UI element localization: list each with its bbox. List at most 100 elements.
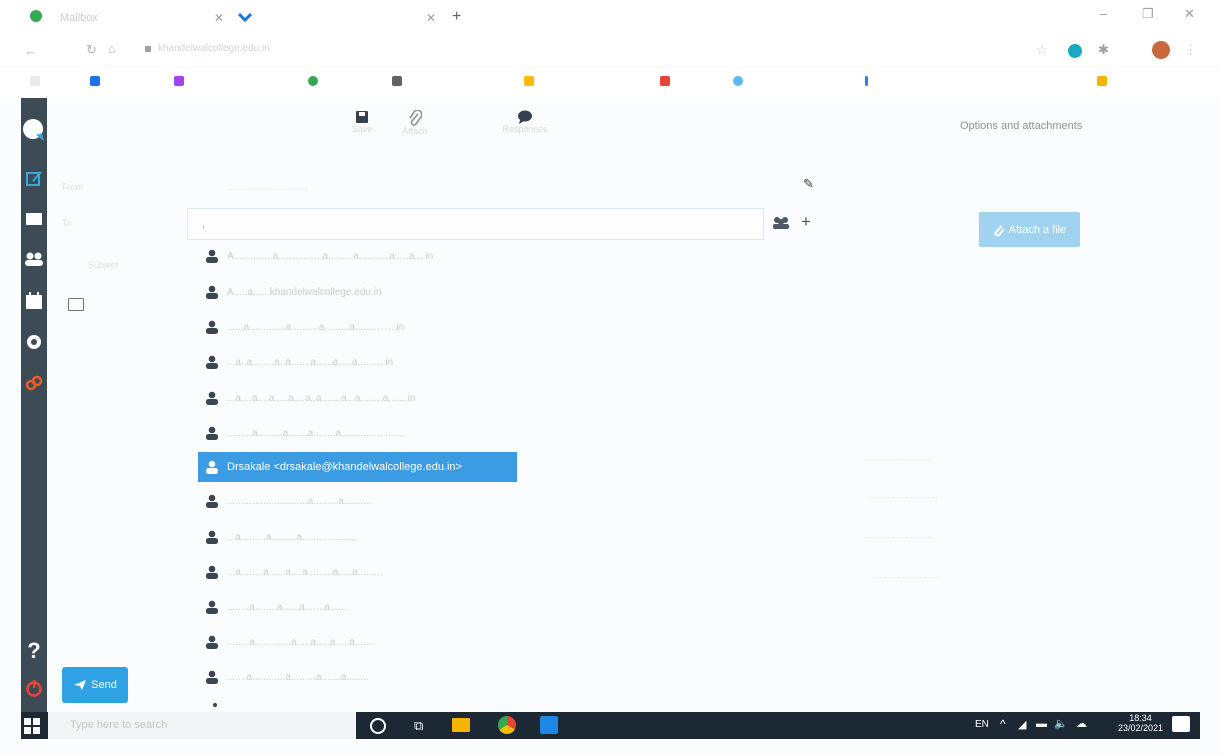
send-button[interactable]: Send	[62, 667, 128, 703]
option-row[interactable]: ...........................	[872, 570, 940, 580]
bookmark-icon[interactable]	[865, 76, 868, 86]
addressbook-icon[interactable]	[772, 216, 790, 235]
task-view-icon[interactable]: ⧉	[414, 718, 423, 734]
attach-label: Attach	[402, 126, 428, 136]
suggestion-text: A..............a................a.......…	[227, 250, 434, 262]
notification-icon[interactable]	[1172, 716, 1190, 732]
suggestion-item[interactable]: A.....a......khandelwalcollege.edu.in	[205, 280, 382, 304]
suggestion-item-selected[interactable]: Drsakale <drsakale@khandelwalcollege.edu…	[198, 452, 517, 482]
taskbar-search-input[interactable]: Type here to search	[48, 712, 356, 739]
suggestion-item[interactable]: ...a........a......a....a.........a.....…	[205, 560, 383, 584]
suggestion-item[interactable]: .........a.........a.......a........a...…	[205, 421, 405, 445]
attach-file-label: Attach a file	[1008, 223, 1067, 236]
option-row[interactable]: ...........................	[865, 452, 933, 462]
suggestion-item[interactable]: ...a..a........a..a.......a......a.....a…	[205, 350, 393, 374]
language-indicator[interactable]: EN	[975, 719, 989, 730]
browser-tab-bar: Mailbox ✕ ✕ + – ❐ ✕	[0, 0, 1221, 36]
bookmark-icon[interactable]	[524, 76, 534, 86]
bookmark-icon[interactable]	[392, 76, 402, 86]
suggestion-item[interactable]: ...a.........a.........a................…	[205, 525, 358, 549]
close-tab-icon[interactable]: ✕	[426, 6, 436, 30]
user-icon	[206, 565, 218, 579]
bookmark-icon[interactable]	[90, 76, 100, 86]
suggestion-item[interactable]: ........a........a......a.......a.......	[205, 595, 349, 619]
minimize-button[interactable]: –	[1100, 6, 1107, 21]
tab-title: Mailbox	[60, 12, 98, 24]
home-icon[interactable]: ⌂	[108, 42, 115, 56]
cortana-icon[interactable]	[370, 718, 386, 734]
subject-label: Subject	[88, 260, 119, 270]
mail-logo-icon[interactable]	[21, 116, 47, 144]
suggestion-item[interactable]: .......a............a.........a.......a.…	[205, 665, 369, 689]
app-icon[interactable]	[540, 716, 558, 734]
profile-avatar[interactable]	[1152, 41, 1170, 59]
image-placeholder-icon[interactable]	[68, 298, 84, 311]
extension-icon[interactable]	[1068, 44, 1082, 58]
clock-date: 23/02/2021	[1118, 723, 1164, 733]
maximize-button[interactable]: ❐	[1142, 6, 1154, 22]
new-tab-button[interactable]: +	[452, 8, 461, 26]
apps-grid-icon[interactable]	[30, 76, 40, 86]
close-window-button[interactable]: ✕	[1184, 6, 1195, 22]
suggestion-text: ......a.............a..........a........…	[227, 321, 405, 333]
volume-icon[interactable]: 🔈	[1054, 717, 1068, 730]
network-icon[interactable]: ◢	[1018, 718, 1026, 731]
option-row[interactable]: ...........................	[870, 490, 938, 500]
send-plane-icon	[74, 680, 87, 690]
chrome-icon[interactable]	[498, 716, 516, 734]
cloud-icon[interactable]: ☁	[1076, 717, 1087, 730]
bookmark-icon[interactable]	[733, 76, 743, 86]
contacts-icon[interactable]	[21, 248, 47, 270]
browser-tab[interactable]: Mailbox ✕	[60, 6, 230, 30]
extensions-puzzle-icon[interactable]: ✱	[1098, 42, 1109, 58]
url-text[interactable]: khandelwalcollege.edu.in	[158, 43, 270, 54]
back-arrow-icon[interactable]: ←	[24, 43, 37, 58]
plugins-icon[interactable]	[21, 372, 47, 394]
bookmark-icon[interactable]	[308, 76, 318, 86]
user-icon	[206, 249, 218, 263]
bookmark-icon[interactable]	[1097, 76, 1107, 86]
user-icon	[206, 600, 218, 614]
address-bar-row: ← ↻ ⌂ khandelwalcollege.edu.in ☆ ✱ ⋮	[0, 36, 1221, 66]
attach-toolbar-button[interactable]: Attach	[400, 110, 430, 136]
suggestion-item[interactable]: ...a....a....a.....a....a..a.......a...a…	[205, 386, 415, 410]
bookmark-star-icon[interactable]: ☆	[1036, 42, 1048, 58]
add-recipient-button[interactable]: +	[801, 212, 811, 232]
recipient-value: ,	[202, 219, 205, 230]
reload-icon[interactable]: ↻	[86, 42, 97, 58]
recipient-input[interactable]: ,	[187, 208, 764, 240]
save-button[interactable]: Save	[350, 110, 374, 134]
user-icon	[206, 494, 218, 508]
clock[interactable]: 18:34 23/02/2021	[1118, 713, 1163, 733]
browser-tab[interactable]: ✕	[262, 6, 442, 30]
calendar-icon[interactable]	[21, 290, 47, 312]
user-icon	[206, 670, 218, 684]
taskbar-search-placeholder: Type here to search	[70, 719, 168, 731]
suggestion-text: .........a.........a.......a........a...…	[227, 427, 405, 439]
logout-icon[interactable]	[21, 677, 47, 699]
settings-icon[interactable]	[21, 331, 47, 353]
suggestion-item[interactable]: ........a.............a.....a.....a.....…	[205, 630, 374, 654]
attach-file-button[interactable]: Attach a file	[979, 212, 1080, 247]
windows-start-icon[interactable]	[24, 718, 40, 734]
bookmark-icon[interactable]	[174, 76, 184, 86]
browser-menu-icon[interactable]: ⋮	[1184, 42, 1197, 58]
file-explorer-icon[interactable]	[452, 718, 470, 732]
pencil-icon[interactable]: ✎	[803, 176, 814, 192]
from-value[interactable]: .................................	[225, 182, 308, 192]
to-label: To	[62, 218, 72, 228]
suggestion-item[interactable]: .............................a.........a…	[205, 489, 371, 513]
battery-icon[interactable]: ▬	[1036, 718, 1047, 730]
bookmark-icon[interactable]	[660, 76, 670, 86]
help-icon[interactable]: ?	[21, 638, 47, 663]
tab-favicon-icon	[30, 10, 42, 22]
compose-icon[interactable]	[21, 168, 47, 190]
close-tab-icon[interactable]: ✕	[214, 6, 224, 30]
suggestion-item[interactable]: A..............a................a.......…	[205, 244, 433, 268]
tray-chevron-icon[interactable]: ^	[1000, 717, 1006, 731]
clock-time: 18:34	[1129, 713, 1152, 723]
suggestion-item[interactable]: ......a.............a..........a........…	[205, 315, 404, 339]
mail-icon[interactable]	[21, 208, 47, 230]
responses-button[interactable]: Responses	[500, 110, 550, 134]
option-row[interactable]: ...........................	[865, 530, 933, 540]
